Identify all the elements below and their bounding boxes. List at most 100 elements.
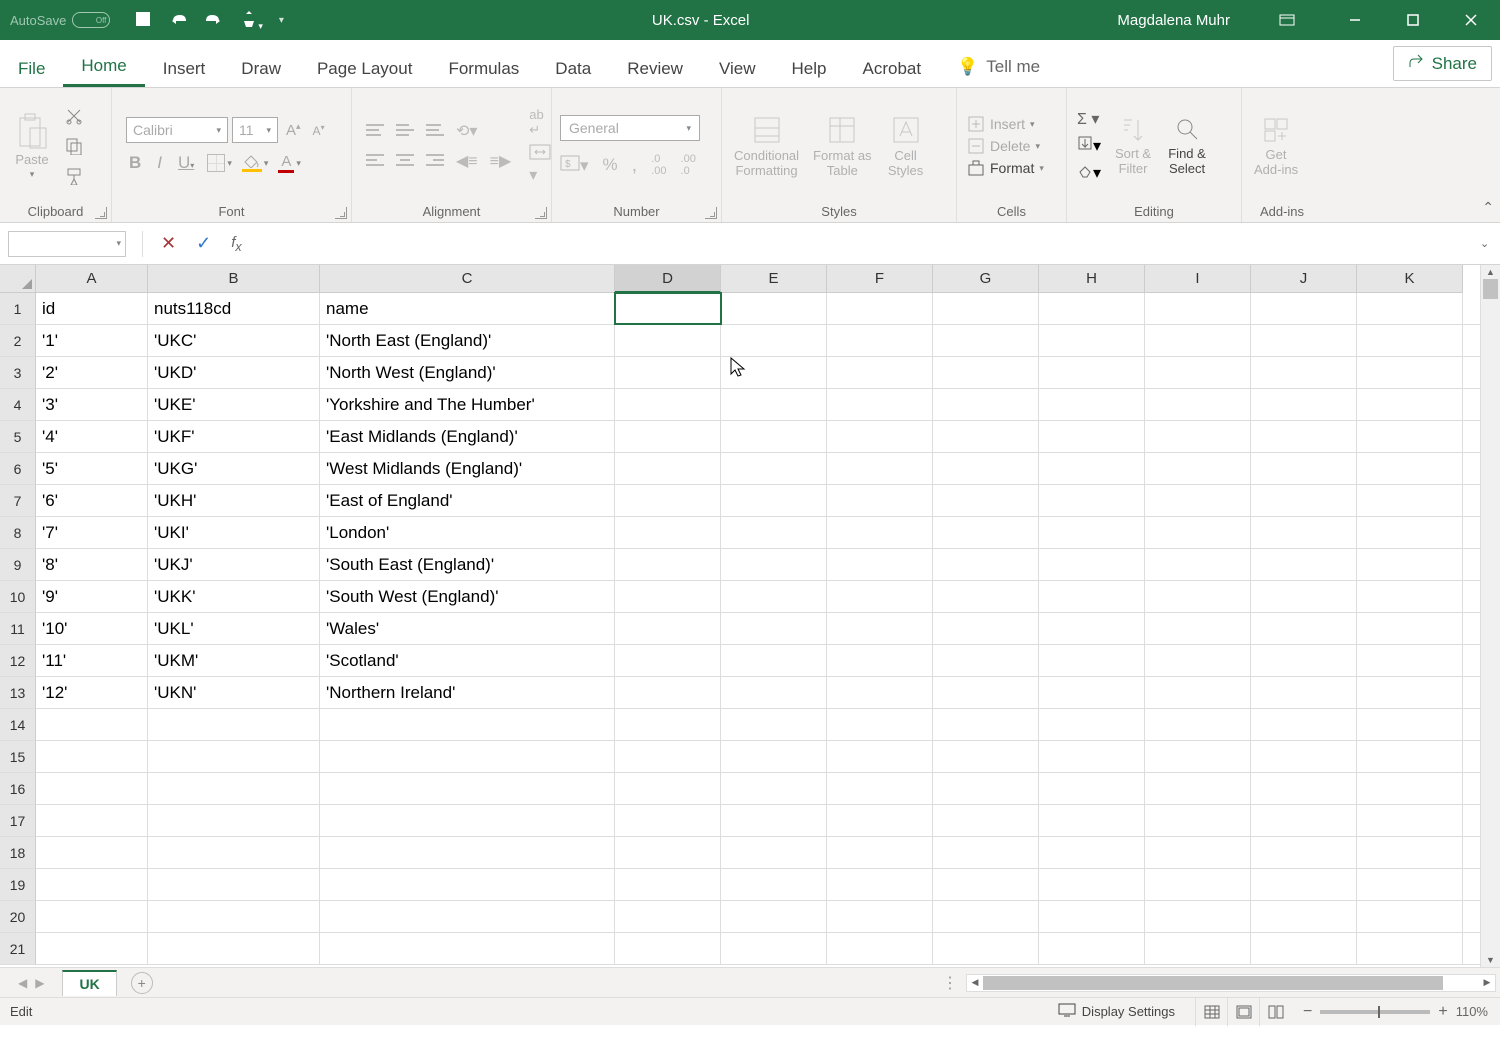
- cell[interactable]: [827, 677, 933, 708]
- cell[interactable]: '12': [36, 677, 148, 708]
- cell[interactable]: [1251, 773, 1357, 804]
- decrease-font-icon[interactable]: A▾: [309, 121, 329, 140]
- cell[interactable]: [1357, 357, 1463, 388]
- font-size-select[interactable]: 11▾: [232, 117, 278, 143]
- row-header[interactable]: 6: [0, 453, 36, 485]
- cell[interactable]: [827, 645, 933, 676]
- hscroll-thumb[interactable]: [983, 976, 1443, 990]
- cell[interactable]: '11': [36, 645, 148, 676]
- column-header[interactable]: H: [1039, 265, 1145, 293]
- insert-cells-button[interactable]: Insert▾: [967, 115, 1044, 133]
- align-middle-icon[interactable]: [396, 124, 414, 138]
- cell[interactable]: [1357, 581, 1463, 612]
- cell[interactable]: [1357, 901, 1463, 932]
- cell[interactable]: [721, 325, 827, 356]
- cell[interactable]: [320, 741, 615, 772]
- cell[interactable]: [1251, 837, 1357, 868]
- column-header[interactable]: D: [615, 265, 721, 293]
- cell[interactable]: [827, 389, 933, 420]
- paste-button[interactable]: Paste ▾: [8, 110, 56, 182]
- decrease-decimal-icon[interactable]: .00.0: [681, 153, 696, 177]
- ribbon-display-icon[interactable]: [1258, 0, 1316, 40]
- cell[interactable]: [36, 901, 148, 932]
- cell[interactable]: [615, 325, 721, 356]
- cell[interactable]: [1357, 293, 1463, 324]
- cell[interactable]: [827, 517, 933, 548]
- cell[interactable]: [1251, 421, 1357, 452]
- tell-me-search[interactable]: 💡 Tell me: [939, 47, 1058, 87]
- tab-help[interactable]: Help: [774, 49, 845, 87]
- cell[interactable]: [1357, 773, 1463, 804]
- cell[interactable]: [1357, 549, 1463, 580]
- cell[interactable]: 'London': [320, 517, 615, 548]
- cell[interactable]: [1251, 517, 1357, 548]
- cell[interactable]: [827, 933, 933, 964]
- cell[interactable]: [615, 293, 721, 324]
- scroll-right-icon[interactable]: ▶: [1479, 977, 1495, 988]
- cell[interactable]: [615, 869, 721, 900]
- cell[interactable]: [1039, 613, 1145, 644]
- cell[interactable]: [1357, 325, 1463, 356]
- cell[interactable]: [1039, 325, 1145, 356]
- cell[interactable]: 'UKL': [148, 613, 320, 644]
- cell[interactable]: [933, 421, 1039, 452]
- font-launcher-icon[interactable]: [335, 207, 347, 219]
- column-header[interactable]: J: [1251, 265, 1357, 293]
- cell[interactable]: [933, 645, 1039, 676]
- cell[interactable]: [1145, 389, 1251, 420]
- cell[interactable]: [827, 741, 933, 772]
- cell[interactable]: [148, 837, 320, 868]
- cell[interactable]: [721, 549, 827, 580]
- cell[interactable]: [933, 709, 1039, 740]
- cell[interactable]: [721, 677, 827, 708]
- cell[interactable]: [1039, 549, 1145, 580]
- cell[interactable]: [933, 869, 1039, 900]
- cell[interactable]: [1251, 293, 1357, 324]
- cell[interactable]: [36, 805, 148, 836]
- autosum-icon[interactable]: Σ ▾: [1077, 109, 1101, 129]
- cell[interactable]: 'South East (England)': [320, 549, 615, 580]
- cell[interactable]: [320, 709, 615, 740]
- cell[interactable]: 'UKE': [148, 389, 320, 420]
- minimize-button[interactable]: [1326, 0, 1384, 40]
- tab-file[interactable]: File: [0, 49, 63, 87]
- cell[interactable]: [827, 453, 933, 484]
- cell[interactable]: 'North East (England)': [320, 325, 615, 356]
- cell[interactable]: [1357, 517, 1463, 548]
- cell[interactable]: [615, 933, 721, 964]
- zoom-slider[interactable]: [1320, 1010, 1430, 1014]
- font-name-select[interactable]: Calibri▾: [126, 117, 228, 143]
- cell[interactable]: [1251, 389, 1357, 420]
- cell[interactable]: [615, 389, 721, 420]
- cell[interactable]: 'South West (England)': [320, 581, 615, 612]
- scroll-left-icon[interactable]: ◀: [967, 977, 983, 988]
- cell[interactable]: 'UKK': [148, 581, 320, 612]
- cell[interactable]: [1251, 901, 1357, 932]
- cell[interactable]: [933, 773, 1039, 804]
- cell[interactable]: [1039, 837, 1145, 868]
- cell[interactable]: [148, 869, 320, 900]
- cell[interactable]: [148, 901, 320, 932]
- cut-icon[interactable]: [62, 104, 86, 128]
- alignment-launcher-icon[interactable]: [535, 207, 547, 219]
- cell[interactable]: [933, 389, 1039, 420]
- clear-icon[interactable]: ▾: [1077, 162, 1101, 183]
- cell[interactable]: [1039, 421, 1145, 452]
- tab-data[interactable]: Data: [537, 49, 609, 87]
- zoom-out-button[interactable]: −: [1303, 1003, 1312, 1021]
- cell[interactable]: '9': [36, 581, 148, 612]
- horizontal-scrollbar[interactable]: ◀ ▶: [966, 974, 1496, 992]
- sheet-tab-active[interactable]: UK: [62, 970, 116, 996]
- cell[interactable]: [36, 709, 148, 740]
- column-header[interactable]: F: [827, 265, 933, 293]
- cell[interactable]: [1251, 453, 1357, 484]
- cell[interactable]: [148, 933, 320, 964]
- row-header[interactable]: 15: [0, 741, 36, 773]
- wrap-text-icon[interactable]: ab↵: [529, 107, 551, 138]
- cell[interactable]: [1145, 933, 1251, 964]
- cancel-entry-icon[interactable]: ✕: [161, 233, 176, 254]
- cell[interactable]: [1357, 933, 1463, 964]
- next-sheet-icon[interactable]: ▶: [35, 976, 44, 990]
- cell[interactable]: '10': [36, 613, 148, 644]
- column-header[interactable]: I: [1145, 265, 1251, 293]
